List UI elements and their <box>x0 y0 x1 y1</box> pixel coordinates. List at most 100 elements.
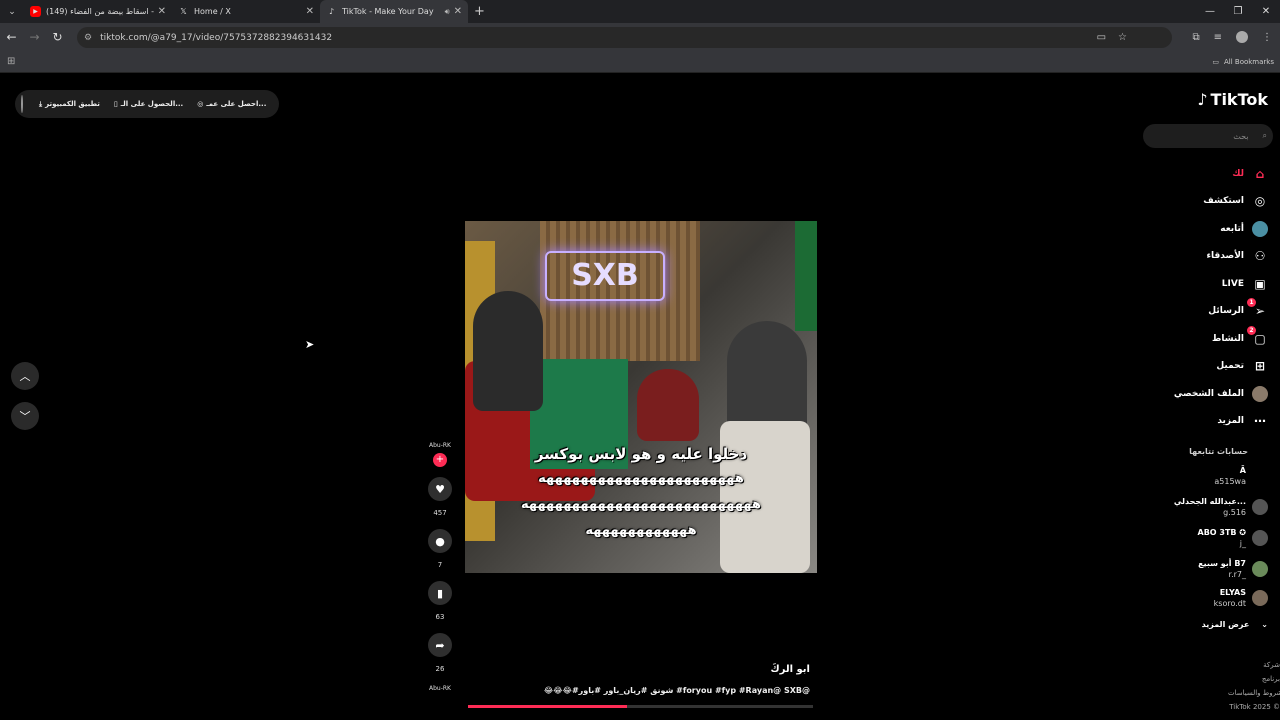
comment-button[interactable]: ● <box>428 529 452 553</box>
desktop-app-button[interactable]: ⤓ تطبيق الكمبيوتر <box>39 100 100 109</box>
following-account[interactable]: أبو سبيع B7 r.r7_ <box>1198 558 1268 580</box>
nav-label: أتابعه <box>1220 223 1244 234</box>
site-info-icon[interactable]: ⚙ <box>84 33 92 43</box>
new-tab-button[interactable]: + <box>474 4 485 19</box>
get-app-button[interactable]: ▯ الحصول على الـ... <box>114 100 183 108</box>
following-account[interactable]: Āa515wa <box>1214 465 1268 487</box>
account-handle: r.r7_ <box>1228 570 1246 579</box>
reload-button[interactable]: ↻ <box>46 23 69 51</box>
footer-link[interactable]: شروط والسياسات <box>1228 686 1280 700</box>
get-coins-button[interactable]: ◎ احصل على عمـ... <box>197 100 266 108</box>
following-account[interactable]: عبدالله الجحدلي... g.516 <box>1174 496 1268 518</box>
x-favicon-icon: 𝕏 <box>180 7 187 16</box>
comment-icon: ● <box>435 534 445 548</box>
tiktok-note-icon: ♪ <box>1197 90 1208 109</box>
upload-icon: ⊞ <box>1254 359 1266 374</box>
omnibox-actions: ▭ ☆ <box>1097 27 1127 48</box>
nav-item-following[interactable]: أتابعه <box>1108 215 1268 243</box>
following-accounts-header: حسابات تتابعها <box>1189 447 1248 456</box>
browser-tab-active[interactable]: ♪ TikTok - Make Your Day 🔊︎ ✕ <box>320 0 468 23</box>
profile-avatar[interactable] <box>1236 31 1248 43</box>
account-name: Ā <box>1239 466 1246 475</box>
nav-label: الملف الشخصي <box>1173 388 1244 399</box>
heart-icon: ♥ <box>435 482 445 496</box>
minimize-icon[interactable]: — <box>1196 0 1224 23</box>
media-control-icon[interactable]: ≡ <box>1214 32 1222 43</box>
audio-icon[interactable]: 🔊︎ <box>445 7 450 17</box>
close-tab-icon[interactable]: ✕ <box>158 6 166 17</box>
account-handle: g.516 <box>1223 508 1246 517</box>
next-video-button[interactable]: ﹀ <box>11 402 39 430</box>
nav-item-foryou[interactable]: لك ⌂ <box>1108 160 1268 188</box>
save-button[interactable]: ▮ <box>428 581 452 605</box>
nav-item-live[interactable]: LIVE ▣ <box>1108 270 1268 298</box>
sound-creator-label[interactable]: Abu-RK <box>429 685 451 692</box>
bookmark-star-icon[interactable]: ☆ <box>1118 32 1127 43</box>
extensions-icon[interactable]: ⧉ <box>1192 32 1199 43</box>
menu-icon[interactable]: ⋮ <box>1262 32 1272 43</box>
user-avatar[interactable] <box>21 95 23 113</box>
nav-item-friends[interactable]: الأصدقاء ⚇ <box>1108 243 1268 271</box>
nav-item-messages[interactable]: الرسائل ➢ 1 <box>1108 298 1268 326</box>
sidebar-nav: لك ⌂ استكشف ◎ أتابعه الأصدقاء ⚇ LIVE ▣ ا… <box>1108 160 1268 435</box>
show-more-button[interactable]: عرض المزيد ⌄ <box>1202 620 1268 629</box>
close-window-icon[interactable]: ✕ <box>1252 0 1280 23</box>
nav-item-activity[interactable]: النشاط ▢ 2 <box>1108 325 1268 353</box>
maximize-icon[interactable]: ❐ <box>1224 0 1252 23</box>
nav-item-profile[interactable]: الملف الشخصي <box>1108 380 1268 408</box>
account-handle: j_ <box>1239 539 1246 548</box>
show-more-label: عرض المزيد <box>1201 620 1250 629</box>
search-icon[interactable]: ⌕ <box>1263 131 1267 141</box>
like-button[interactable]: ♥ <box>428 477 452 501</box>
close-tab-icon[interactable]: ✕ <box>454 6 462 17</box>
tiktok-logo[interactable]: ♪ TikTok <box>1197 90 1268 109</box>
all-bookmarks-button[interactable]: ▭ All Bookmarks <box>1212 58 1274 66</box>
footer-copyright: TikTok 2025 © <box>1229 703 1280 711</box>
following-account[interactable]: ELYAS ksoro.dt <box>1214 587 1268 609</box>
phone-icon: ▯ <box>113 100 118 108</box>
apps-grid-icon[interactable]: ⊞ <box>7 56 15 67</box>
browser-tab-bar: ⌄ ▶ (149) اسقاط بيضة من الفضاء - ... ✕ 𝕏… <box>0 0 1280 23</box>
close-tab-icon[interactable]: ✕ <box>306 6 314 17</box>
download-icon: ⤓ <box>39 99 43 108</box>
folder-icon: ▭ <box>1212 57 1219 66</box>
share-button[interactable]: ➦ <box>428 633 452 657</box>
video-caption: هههههههههههههههههههههههههههه <box>520 497 762 512</box>
video-caption: دخلوا عليه و هو لابس بوكسر <box>534 445 748 463</box>
tab-search-dropdown[interactable]: ⌄ <box>0 0 24 23</box>
profile-icon <box>1252 385 1268 402</box>
account-avatar <box>1252 499 1268 515</box>
creator-avatar[interactable]: Abu-RK <box>429 442 451 449</box>
progress-fill <box>468 705 627 708</box>
back-button[interactable]: ← <box>0 23 23 51</box>
video-author[interactable]: ابو الركَ <box>465 664 810 675</box>
nav-item-upload[interactable]: تحميل ⊞ <box>1108 353 1268 381</box>
footer-link[interactable]: برنامج <box>1228 672 1280 686</box>
video-progress-bar[interactable] <box>468 705 813 708</box>
nav-label: الأصدقاء <box>1206 251 1244 262</box>
video-description: 😂😂😂#شونق #ريان_باور #باور #foryou #fyp #… <box>543 686 810 695</box>
bookmark-icon: ▮ <box>436 586 444 600</box>
search-input[interactable]: بحث ⌕ <box>1143 124 1273 148</box>
cast-icon[interactable]: ▭ <box>1097 32 1106 43</box>
account-avatar <box>1252 590 1268 606</box>
browser-tab[interactable]: ▶ (149) اسقاط بيضة من الفضاء - ... ✕ <box>24 0 172 23</box>
forward-button[interactable]: → <box>23 23 46 51</box>
get-app-banner: ⤓ تطبيق الكمبيوتر ▯ الحصول على الـ... ◎ … <box>15 90 279 118</box>
footer-link[interactable]: شركة <box>1228 658 1280 672</box>
browser-tab[interactable]: 𝕏 Home / X ✕ <box>172 0 320 23</box>
chevron-up-icon: ︿ <box>19 370 31 383</box>
nav-item-more[interactable]: المزيد ⋯ <box>1108 408 1268 436</box>
url-text: tiktok.com/@a79_17/video/757537288239463… <box>100 32 333 43</box>
account-handle: ksoro.dt <box>1213 599 1246 608</box>
following-account[interactable]: ABO 3TB ✪ j_ <box>1198 527 1268 549</box>
follow-button[interactable]: + <box>433 453 447 467</box>
previous-video-button[interactable]: ︿ <box>11 362 39 390</box>
nav-item-explore[interactable]: استكشف ◎ <box>1108 188 1268 216</box>
home-icon: ⌂ <box>1255 166 1265 181</box>
nav-label: لك <box>1232 168 1244 179</box>
address-bar[interactable]: ⚙ tiktok.com/@a79_17/video/7575372882394… <box>77 27 1172 48</box>
video-player[interactable]: SXB دخلوا عليه و هو لابس بوكسر ههههههههه… <box>465 221 817 573</box>
nav-label: المزيد <box>1217 416 1244 427</box>
tiktok-favicon-icon: ♪ <box>328 7 335 16</box>
